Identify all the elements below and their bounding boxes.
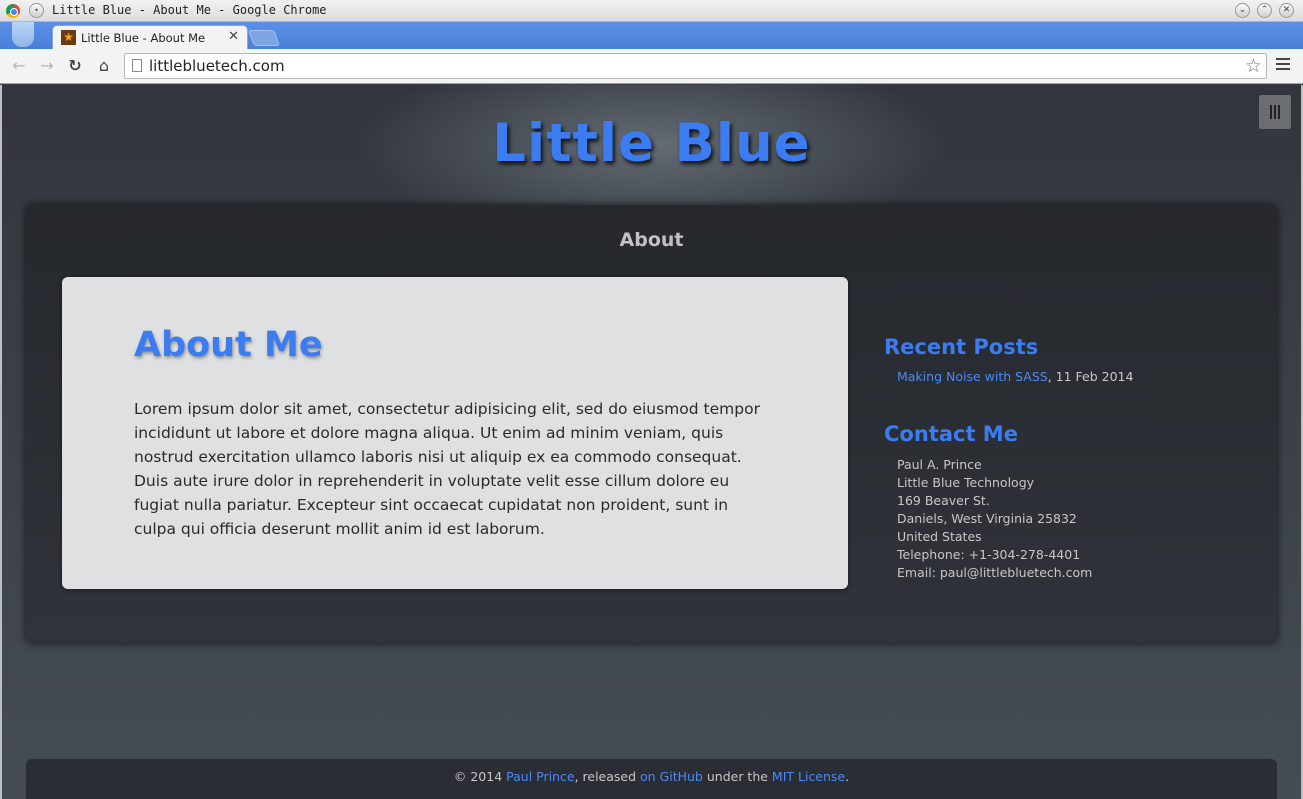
contact-name: Paul A. Prince bbox=[897, 457, 982, 472]
window-menu-icon[interactable]: • bbox=[29, 3, 44, 18]
contact-country: United States bbox=[897, 529, 982, 544]
recent-posts-heading: Recent Posts bbox=[884, 335, 1039, 359]
contact-city: Daniels, West Virginia 25832 bbox=[897, 511, 1077, 526]
license-link[interactable]: MIT License bbox=[772, 769, 845, 784]
footer-end-text: . bbox=[845, 769, 850, 784]
contact-heading: Contact Me bbox=[884, 422, 1018, 446]
author-link[interactable]: Paul Prince bbox=[506, 769, 574, 784]
footer-released-text: , released bbox=[574, 769, 640, 784]
browser-toolbar: ← → ↻ ⌂ ☆ bbox=[0, 49, 1303, 84]
minimize-icon[interactable]: ⌄ bbox=[1235, 3, 1250, 18]
article-card: About Me Lorem ipsum dolor sit amet, con… bbox=[62, 277, 848, 589]
bookmark-star-icon[interactable]: ☆ bbox=[1245, 55, 1262, 77]
tab-title: Little Blue - About Me bbox=[81, 31, 206, 45]
new-tab-button[interactable] bbox=[248, 30, 280, 46]
profile-icon[interactable] bbox=[12, 22, 34, 47]
tab-strip: ★ Little Blue - About Me ✕ bbox=[0, 22, 1303, 49]
footer-under-text: under the bbox=[702, 769, 772, 784]
url-input[interactable] bbox=[149, 56, 1229, 76]
page-icon bbox=[132, 59, 142, 72]
page-viewport: Little Blue About About Me Lorem ipsum d… bbox=[2, 85, 1301, 799]
reload-icon[interactable]: ↻ bbox=[64, 56, 86, 76]
maximize-icon[interactable]: ⌃ bbox=[1257, 3, 1272, 18]
sidebar: Recent Posts Making Noise with SASS, 11 … bbox=[884, 335, 1244, 582]
contact-street: 169 Beaver St. bbox=[897, 493, 990, 508]
contact-company: Little Blue Technology bbox=[897, 475, 1035, 490]
list-item: Making Noise with SASS, 11 Feb 2014 bbox=[884, 369, 1244, 384]
github-link[interactable]: on GitHub bbox=[640, 769, 703, 784]
tab-close-icon[interactable]: ✕ bbox=[228, 29, 239, 44]
window-titlebar: • Little Blue - About Me - Google Chrome… bbox=[0, 0, 1303, 22]
site-title[interactable]: Little Blue bbox=[2, 113, 1301, 174]
section-title: About bbox=[619, 229, 684, 251]
home-icon[interactable]: ⌂ bbox=[93, 56, 115, 76]
close-window-icon[interactable]: ✕ bbox=[1279, 3, 1294, 18]
contact-telephone: Telephone: +1-304-278-4401 bbox=[897, 547, 1081, 562]
footer: © 2014 Paul Prince, released on GitHub u… bbox=[26, 759, 1277, 799]
post-date: , 11 Feb 2014 bbox=[1047, 369, 1134, 384]
address-bar[interactable]: ☆ bbox=[124, 53, 1267, 79]
window-title: Little Blue - About Me - Google Chrome bbox=[52, 3, 327, 17]
window-border-left bbox=[0, 85, 2, 799]
main-panel: About About Me Lorem ipsum dolor sit ame… bbox=[26, 205, 1277, 643]
back-arrow-icon[interactable]: ← bbox=[8, 56, 30, 76]
post-link[interactable]: Making Noise with SASS bbox=[897, 369, 1048, 384]
article-body: Lorem ipsum dolor sit amet, consectetur … bbox=[134, 400, 760, 538]
forward-arrow-icon[interactable]: → bbox=[36, 56, 58, 76]
chrome-menu-icon[interactable] bbox=[1276, 58, 1290, 73]
chrome-logo-icon bbox=[6, 4, 20, 18]
star-favicon-icon: ★ bbox=[61, 30, 76, 45]
footer-copyright: © 2014 bbox=[453, 769, 507, 784]
article-title: About Me bbox=[134, 325, 323, 365]
hamburger-menu-icon[interactable] bbox=[1259, 95, 1291, 129]
tab-active[interactable]: ★ Little Blue - About Me ✕ bbox=[52, 25, 248, 49]
contact-address: Paul A. Prince Little Blue Technology 16… bbox=[884, 456, 1244, 582]
contact-email: Email: paul@littlebluetech.com bbox=[897, 565, 1093, 580]
